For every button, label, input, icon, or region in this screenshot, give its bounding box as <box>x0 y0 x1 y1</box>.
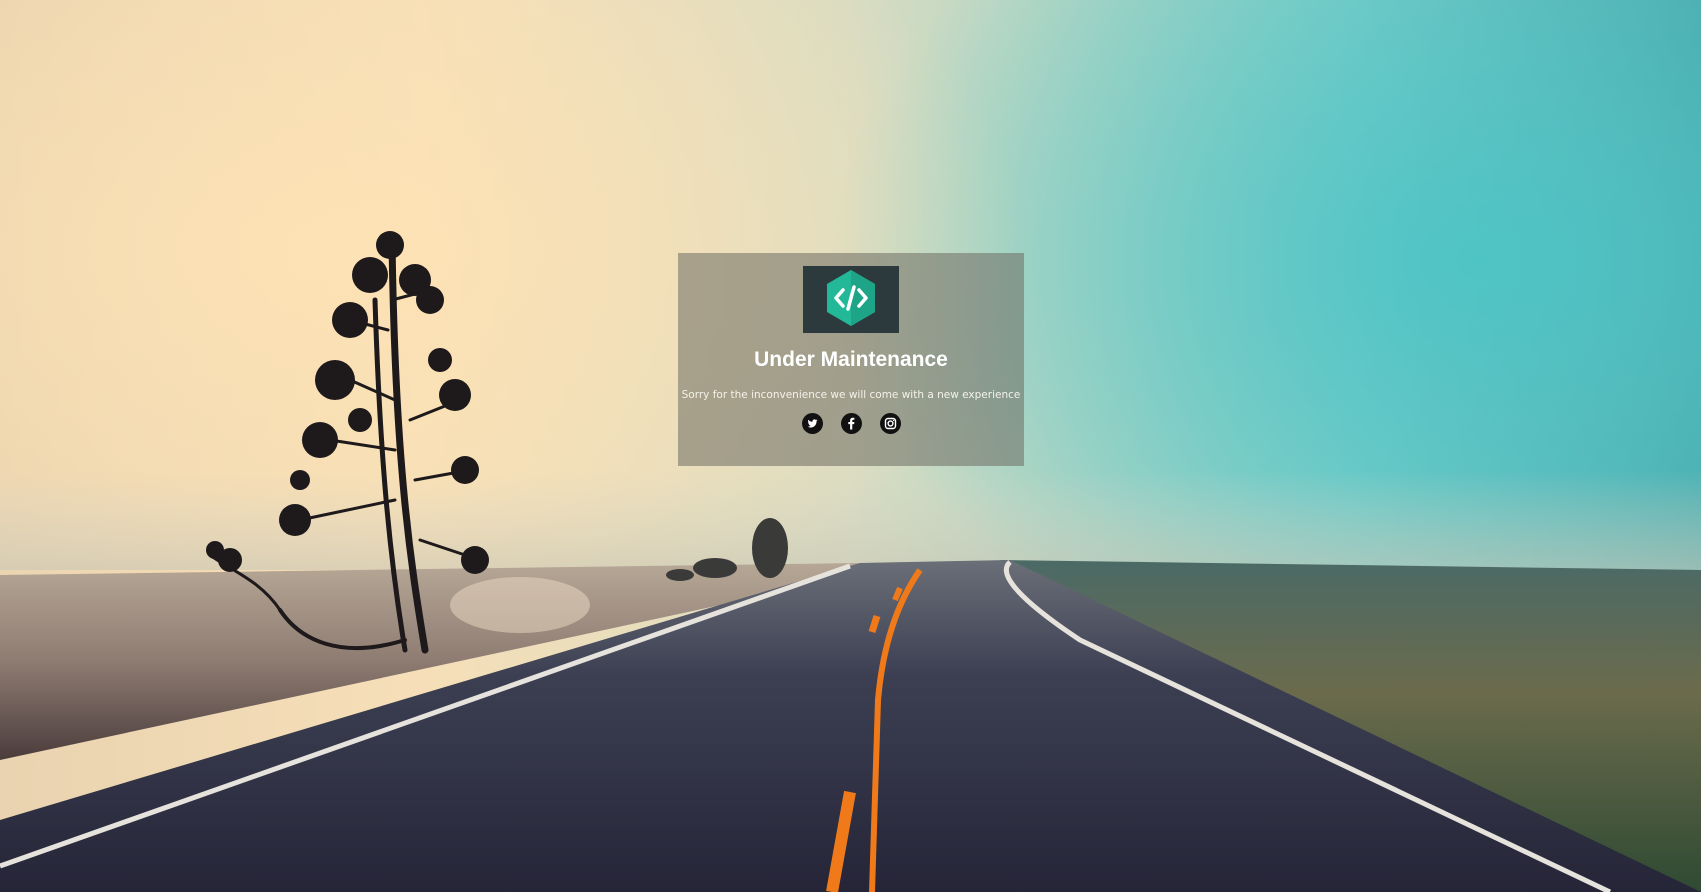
instagram-link[interactable] <box>879 413 901 434</box>
horizon-fog <box>0 470 1701 570</box>
twitter-link[interactable] <box>801 413 823 434</box>
social-links <box>678 413 1024 437</box>
maintenance-card: Under Maintenance Sorry for the inconven… <box>678 253 1024 466</box>
logo <box>803 266 899 333</box>
road-dash <box>868 614 881 634</box>
instagram-icon <box>884 417 896 430</box>
maintenance-message: Sorry for the inconvenience we will come… <box>681 389 1021 401</box>
twitter-icon <box>807 419 817 428</box>
page-title: Under Maintenance <box>754 348 948 371</box>
code-hexagon-icon <box>827 270 875 326</box>
facebook-link[interactable] <box>840 413 862 434</box>
facebook-icon <box>847 417 854 430</box>
steam-cloud <box>450 577 590 633</box>
